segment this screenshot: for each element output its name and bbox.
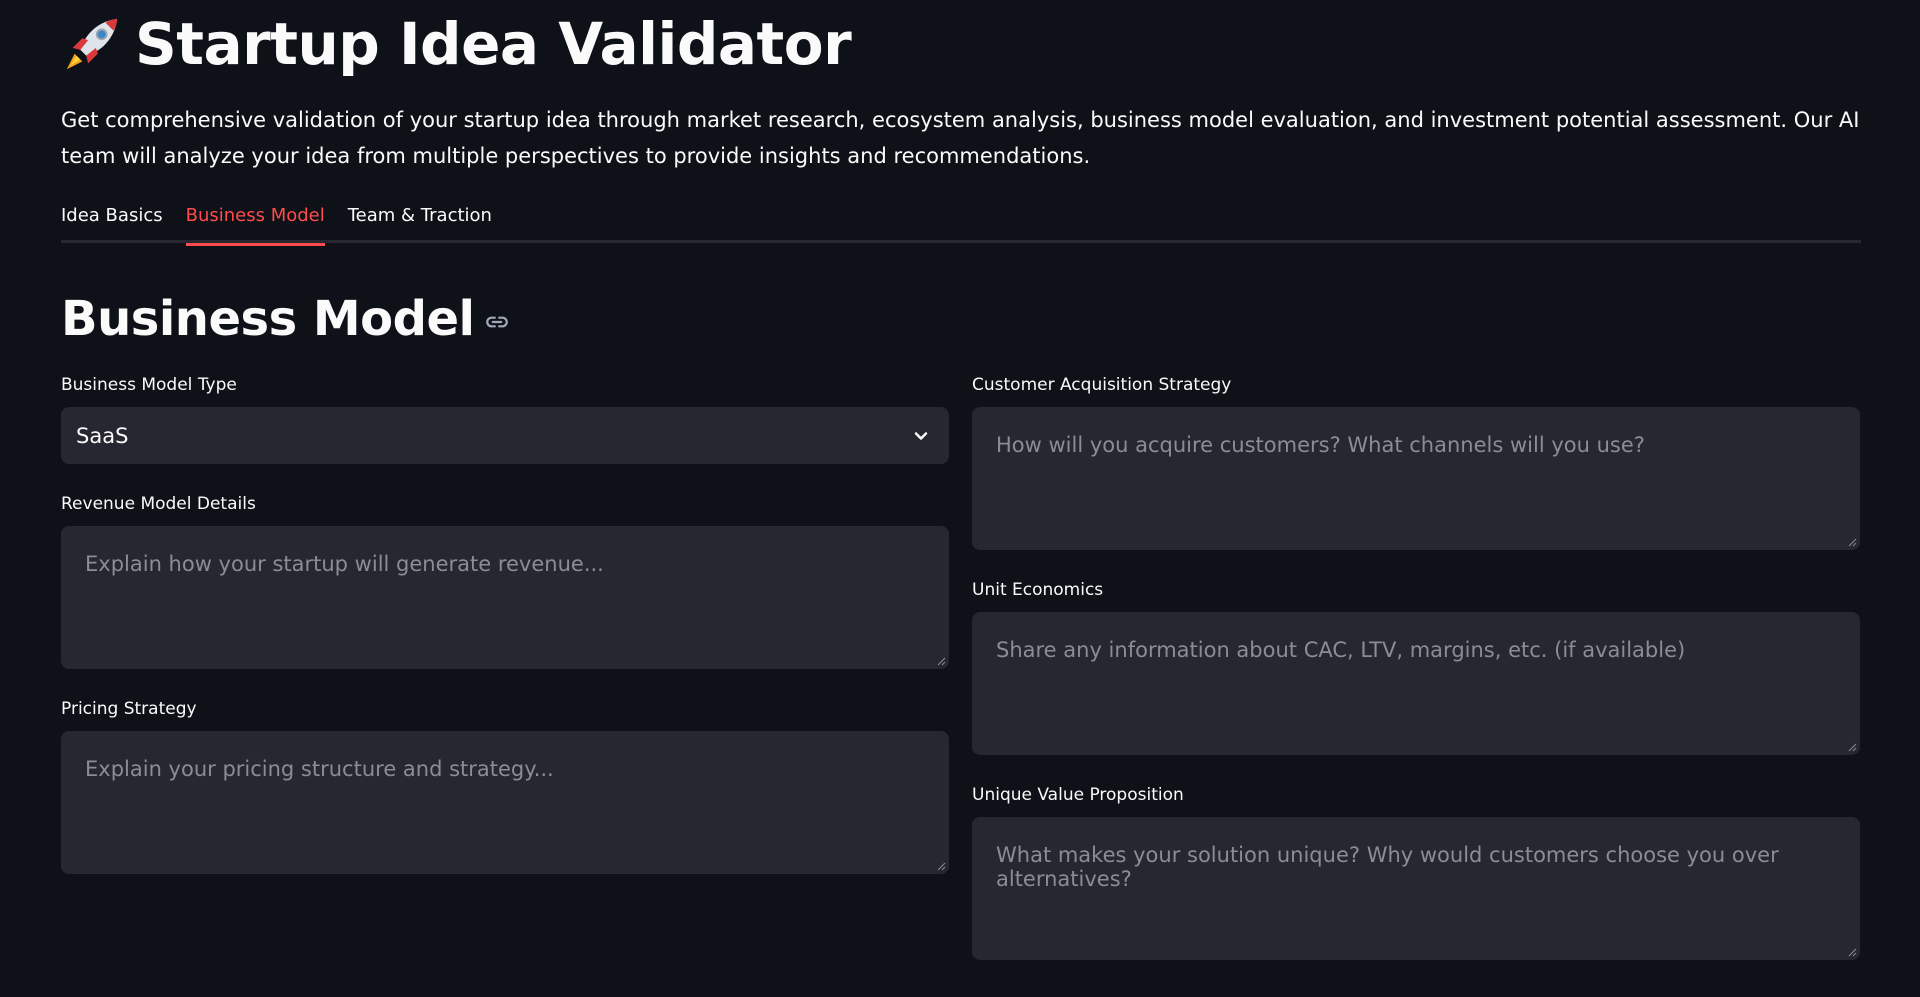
business-model-type-label: Business Model Type bbox=[61, 375, 237, 395]
revenue-model-label: Revenue Model Details bbox=[61, 494, 256, 514]
app-page: Startup Idea Validator Get comprehensive… bbox=[0, 0, 1920, 997]
revenue-model-field: Revenue Model Details Explain how your s… bbox=[61, 492, 949, 669]
form-columns: Business Model Type SaaS Revenue Model D… bbox=[61, 373, 1861, 988]
tab-business-model[interactable]: Business Model bbox=[185, 196, 325, 246]
tab-idea-basics[interactable]: Idea Basics bbox=[61, 196, 163, 243]
pricing-strategy-textarea[interactable]: Explain your pricing structure and strat… bbox=[61, 731, 949, 874]
resize-handle-icon[interactable] bbox=[1847, 947, 1857, 957]
right-column: Customer Acquisition Strategy How will y… bbox=[972, 373, 1860, 988]
tab-team-traction[interactable]: Team & Traction bbox=[348, 196, 492, 243]
resize-handle-icon[interactable] bbox=[1847, 742, 1857, 752]
title-row: Startup Idea Validator bbox=[61, 0, 1859, 88]
chevron-down-icon bbox=[914, 431, 928, 440]
business-model-type-select[interactable]: SaaS bbox=[61, 407, 949, 464]
unit-economics-label: Unit Economics bbox=[972, 580, 1104, 600]
link-icon[interactable] bbox=[484, 309, 510, 335]
pricing-strategy-label: Pricing Strategy bbox=[61, 699, 197, 719]
app-title: Startup Idea Validator bbox=[135, 10, 852, 78]
unit-economics-field: Unit Economics Share any information abo… bbox=[972, 578, 1860, 755]
customer-acquisition-label: Customer Acquisition Strategy bbox=[972, 375, 1232, 395]
app-description: Get comprehensive validation of your sta… bbox=[61, 108, 1860, 168]
pricing-strategy-field: Pricing Strategy Explain your pricing st… bbox=[61, 697, 949, 874]
revenue-model-textarea[interactable]: Explain how your startup will generate r… bbox=[61, 526, 949, 669]
resize-handle-icon[interactable] bbox=[1847, 537, 1857, 547]
unique-value-textarea[interactable]: What makes your solution unique? Why wou… bbox=[972, 817, 1860, 960]
unique-value-placeholder: What makes your solution unique? Why wou… bbox=[996, 843, 1779, 891]
tab-bar: Idea Basics Business Model Team & Tracti… bbox=[61, 196, 1861, 246]
section-heading: Business Model bbox=[61, 289, 1859, 349]
customer-acquisition-field: Customer Acquisition Strategy How will y… bbox=[972, 373, 1860, 550]
business-model-type-value: SaaS bbox=[76, 423, 129, 448]
revenue-model-placeholder: Explain how your startup will generate r… bbox=[85, 552, 604, 576]
section-title: Business Model bbox=[61, 291, 475, 347]
resize-handle-icon[interactable] bbox=[936, 656, 946, 666]
resize-handle-icon[interactable] bbox=[936, 861, 946, 871]
unique-value-field: Unique Value Proposition What makes your… bbox=[972, 783, 1860, 960]
pricing-strategy-placeholder: Explain your pricing structure and strat… bbox=[85, 757, 554, 781]
business-model-type-field: Business Model Type SaaS bbox=[61, 373, 949, 464]
customer-acquisition-textarea[interactable]: How will you acquire customers? What cha… bbox=[972, 407, 1860, 550]
left-column: Business Model Type SaaS Revenue Model D… bbox=[61, 373, 949, 988]
rocket-icon bbox=[66, 18, 118, 70]
unit-economics-placeholder: Share any information about CAC, LTV, ma… bbox=[996, 638, 1686, 662]
unique-value-label: Unique Value Proposition bbox=[972, 785, 1184, 805]
customer-acquisition-placeholder: How will you acquire customers? What cha… bbox=[996, 433, 1645, 457]
unit-economics-textarea[interactable]: Share any information about CAC, LTV, ma… bbox=[972, 612, 1860, 755]
